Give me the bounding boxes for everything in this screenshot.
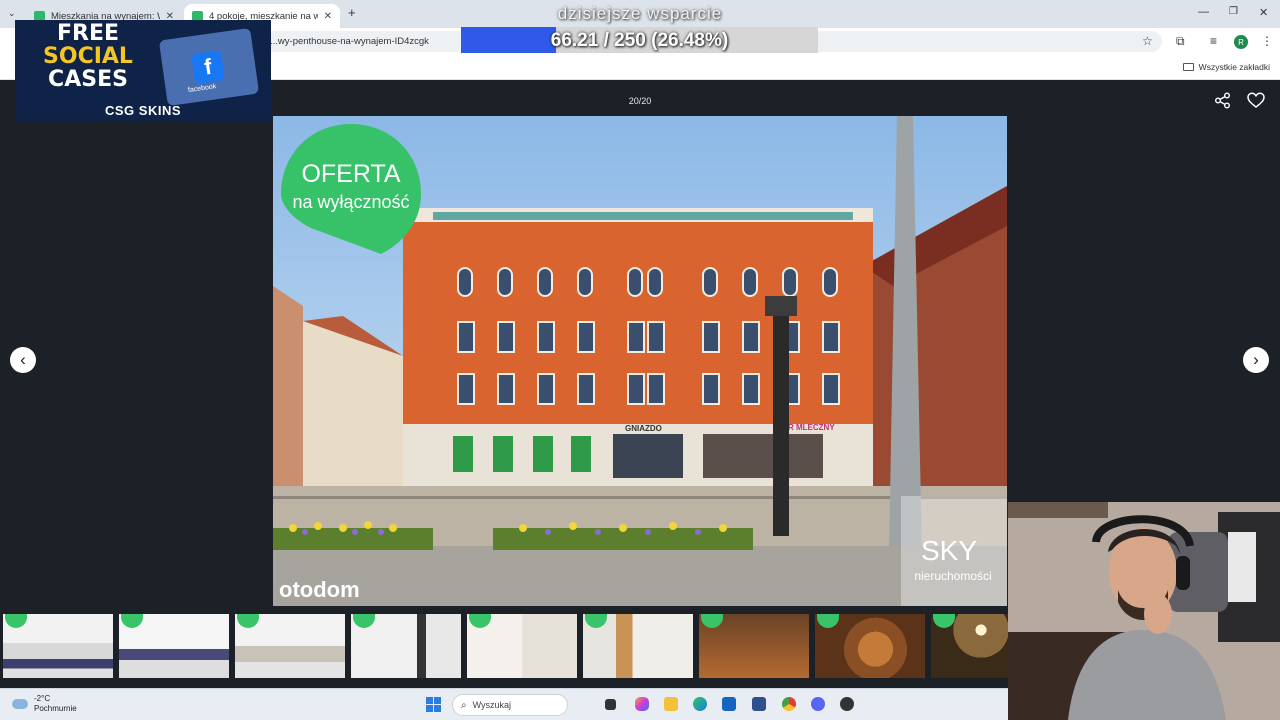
thumbnail-offer-badge bbox=[701, 614, 723, 628]
otodom-watermark: otodom bbox=[279, 577, 360, 602]
promo-line2: SOCIAL bbox=[43, 44, 133, 69]
weather-temperature: -2°C bbox=[34, 694, 51, 703]
file-explorer-icon[interactable] bbox=[664, 697, 678, 711]
extensions-icon[interactable]: ⧉ bbox=[1176, 34, 1185, 49]
badge-line2: na wyłączność bbox=[292, 192, 409, 212]
agency-logo-text: SKY bbox=[921, 535, 977, 566]
weather-widget[interactable]: -2°C Pochmurnie bbox=[12, 694, 77, 714]
bookmark-star-icon[interactable]: ☆ bbox=[1142, 34, 1153, 48]
start-icon[interactable] bbox=[426, 697, 441, 712]
next-photo-button[interactable]: › bbox=[1243, 347, 1269, 373]
new-tab-button[interactable]: + bbox=[348, 5, 356, 20]
thumbnail[interactable] bbox=[467, 614, 577, 678]
streamer-camera-image bbox=[1008, 502, 1280, 720]
webcam-overlay bbox=[1008, 502, 1280, 720]
promo-banner: FREE SOCIAL CASES f facebook CSG SKINS bbox=[15, 20, 271, 122]
thumbnail-offer-badge bbox=[585, 614, 607, 628]
thumbnail[interactable] bbox=[3, 614, 113, 678]
facebook-case-image: f facebook bbox=[158, 27, 260, 107]
tab-search-chevron-icon[interactable]: ⌄ bbox=[8, 8, 16, 19]
thumbnail-offer-badge bbox=[121, 614, 143, 628]
minimize-icon[interactable]: — bbox=[1198, 6, 1209, 18]
thumbnail-strip bbox=[0, 614, 1008, 678]
support-progress-text: 66.21 / 250 (26.48%) bbox=[550, 30, 729, 51]
close-icon[interactable]: ✕ bbox=[1259, 6, 1268, 19]
weather-description: Pochmurnie bbox=[34, 704, 77, 713]
support-title: dzisiejsze wsparcie bbox=[557, 4, 723, 23]
cloudy-weather-icon bbox=[12, 699, 28, 709]
facebook-case-label: facebook bbox=[187, 83, 217, 95]
heart-icon[interactable] bbox=[1247, 92, 1265, 109]
share-icon[interactable] bbox=[1214, 92, 1231, 109]
discord-icon[interactable] bbox=[811, 697, 825, 711]
thumbnail-offer-badge bbox=[5, 614, 27, 628]
app-icon[interactable] bbox=[840, 697, 854, 711]
copilot-icon[interactable] bbox=[635, 697, 649, 711]
thumbnail[interactable] bbox=[699, 614, 809, 678]
edge-icon[interactable] bbox=[693, 697, 707, 711]
previous-photo-button[interactable]: ‹ bbox=[10, 347, 36, 373]
shop-sign-mleczny: R MLECZNY bbox=[788, 423, 835, 432]
profile-avatar[interactable]: R bbox=[1234, 35, 1248, 49]
thumbnail[interactable] bbox=[931, 614, 1008, 678]
agency-logo-subtext: nieruchomości bbox=[914, 569, 991, 583]
thumbnail-offer-badge bbox=[469, 614, 491, 628]
task-view-icon[interactable] bbox=[605, 699, 616, 710]
promo-line1: FREE bbox=[56, 21, 120, 46]
chrome-icon[interactable] bbox=[782, 697, 796, 711]
thumbnail[interactable] bbox=[815, 614, 925, 678]
folder-icon bbox=[1182, 63, 1194, 71]
thumbnail[interactable] bbox=[119, 614, 229, 678]
taskbar-search-box[interactable]: ⌕ Wyszukaj bbox=[452, 694, 568, 716]
search-icon: ⌕ bbox=[461, 699, 467, 711]
promo-line3: CASES bbox=[48, 67, 128, 92]
close-tab-icon[interactable]: ✕ bbox=[324, 11, 332, 22]
thumbnail[interactable] bbox=[235, 614, 345, 678]
more-menu-icon[interactable]: ⋮ bbox=[1261, 34, 1273, 48]
thumbnail-offer-badge bbox=[817, 614, 839, 628]
badge-line1: OFERTA bbox=[301, 160, 400, 188]
restore-icon[interactable]: ❐ bbox=[1229, 6, 1238, 17]
outlook-icon[interactable] bbox=[722, 697, 736, 711]
support-progress-bar: 66.21 / 250 (26.48%) bbox=[461, 27, 818, 53]
thumbnail[interactable] bbox=[351, 614, 461, 678]
all-bookmarks-button[interactable]: Wszystkie zakładki bbox=[1182, 62, 1270, 72]
thumbnail-offer-badge bbox=[237, 614, 259, 628]
promo-brand: CSG SKINS bbox=[105, 103, 182, 118]
taskbar-search-placeholder: Wyszukaj bbox=[472, 700, 512, 710]
chevron-right-icon: › bbox=[1253, 350, 1259, 369]
main-photo[interactable]: GNIAZDO R MLECZNY OFERTA na wyłączność S… bbox=[273, 116, 1007, 606]
thumbnail-offer-badge bbox=[933, 614, 955, 628]
building-photo-image: GNIAZDO R MLECZNY OFERTA na wyłączność S… bbox=[273, 116, 1007, 606]
media-controls-icon[interactable]: ≡ bbox=[1210, 34, 1217, 48]
thumbnail[interactable] bbox=[583, 614, 693, 678]
promo-headline: FREE SOCIAL CASES bbox=[29, 22, 147, 91]
thumbnail-offer-badge bbox=[353, 614, 375, 628]
chevron-left-icon: ‹ bbox=[20, 350, 26, 369]
all-bookmarks-label: Wszystkie zakładki bbox=[1198, 62, 1270, 72]
facebook-logo-icon: f bbox=[191, 50, 225, 85]
store-icon[interactable] bbox=[752, 697, 766, 711]
url-text: ...wy-penthouse-na-wynajem-ID4zcgk bbox=[270, 36, 429, 47]
screen: ⌄ Mieszkania na wynajem: Wrocław ✕ 4 pok… bbox=[0, 0, 1280, 720]
shop-sign-gniazdo: GNIAZDO bbox=[625, 424, 662, 433]
